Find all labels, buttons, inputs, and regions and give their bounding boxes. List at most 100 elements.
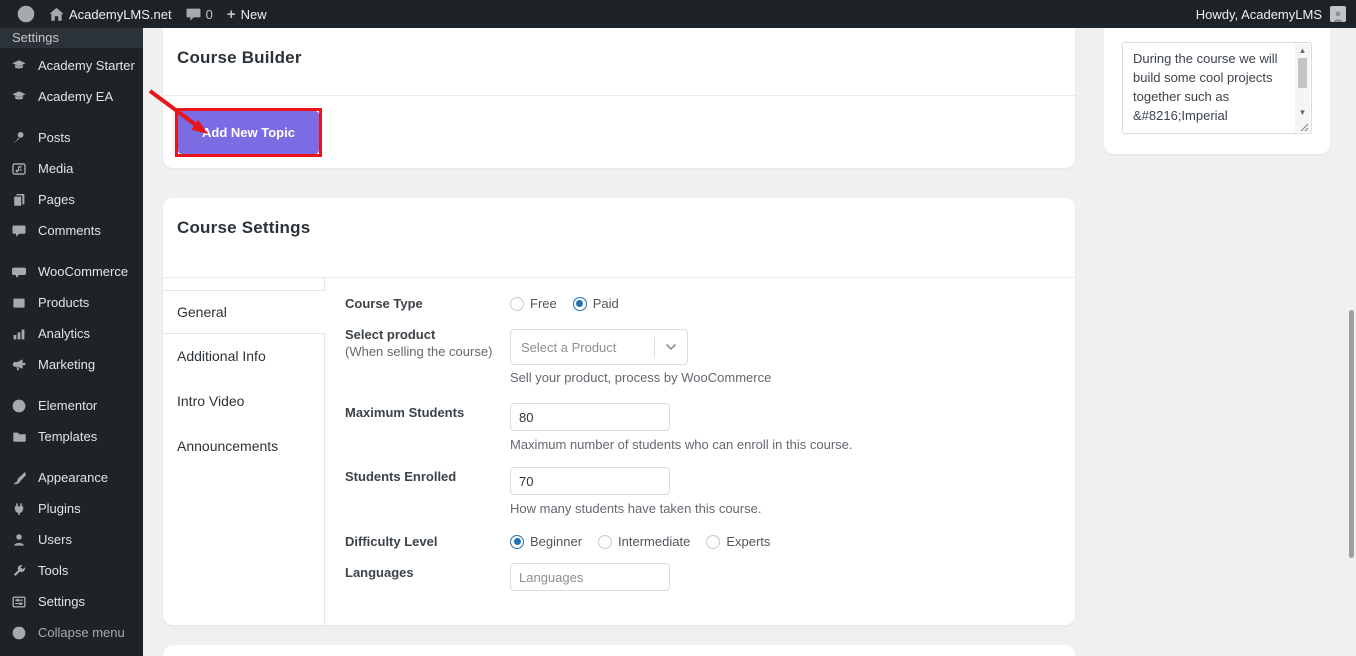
comments-shortcut[interactable]: 0 bbox=[179, 0, 220, 28]
difficulty-level-radios: Beginner Intermediate Experts bbox=[510, 534, 770, 549]
megaphone-icon bbox=[9, 358, 29, 372]
add-new-topic-button[interactable]: Add New Topic bbox=[178, 111, 319, 154]
svg-text:Woo: Woo bbox=[14, 269, 24, 274]
sidebar-item-label: Academy EA bbox=[38, 89, 114, 104]
radio-intermediate[interactable]: Intermediate bbox=[598, 534, 690, 549]
radio-circle bbox=[510, 296, 524, 311]
sidebar-item-users[interactable]: Users bbox=[0, 524, 143, 555]
select-placeholder: Select a Product bbox=[521, 339, 617, 355]
wordpress-logo-icon bbox=[17, 5, 35, 23]
excerpt-line: &#8216;Imperial bbox=[1133, 108, 1228, 123]
course-settings-title: Course Settings bbox=[177, 218, 311, 237]
sidebar-item-templates[interactable]: Templates bbox=[0, 421, 143, 452]
radio-beginner[interactable]: Beginner bbox=[510, 534, 582, 549]
excerpt-text: During the course we will build some coo… bbox=[1123, 43, 1311, 125]
tab-general[interactable]: General bbox=[163, 290, 326, 334]
avatar[interactable] bbox=[1330, 6, 1346, 22]
excerpt-textarea[interactable]: During the course we will build some coo… bbox=[1122, 42, 1312, 134]
course-builder-card: Course Builder Add New Topic bbox=[148, 28, 1075, 168]
sidebar-item-label: Products bbox=[38, 295, 90, 310]
sidebar-item-academy-ea[interactable]: Academy EA bbox=[0, 81, 143, 112]
sidebar-item-label: Collapse menu bbox=[38, 625, 125, 640]
maximum-students-input[interactable] bbox=[510, 403, 670, 431]
scrollbar-thumb[interactable] bbox=[1298, 58, 1307, 88]
sidebar-item-products[interactable]: Products bbox=[0, 287, 143, 318]
sidebar-item-tools[interactable]: Tools bbox=[0, 555, 143, 586]
highlight-red-box: Add New Topic bbox=[175, 108, 322, 157]
sidebar-submenu-header[interactable]: Settings bbox=[0, 28, 143, 48]
sidebar-item-media[interactable]: Media bbox=[0, 153, 143, 184]
languages-label: Languages bbox=[345, 565, 414, 580]
tab-announcements[interactable]: Announcements bbox=[163, 424, 325, 469]
wordpress-logo-menu[interactable] bbox=[10, 0, 42, 28]
radio-label: Paid bbox=[592, 296, 619, 311]
radio-paid[interactable]: Paid bbox=[572, 296, 619, 311]
sidebar-item-elementor[interactable]: Elementor bbox=[0, 390, 143, 421]
next-card-stub bbox=[163, 645, 1075, 656]
excerpt-line: During the course we will bbox=[1133, 51, 1278, 66]
course-settings-card: Course Settings General Additional Info … bbox=[163, 198, 1075, 625]
languages-input[interactable] bbox=[510, 563, 670, 591]
admin-sidebar: Settings Academy Starter Academy EA Post… bbox=[0, 28, 143, 656]
sidebar-item-label: Appearance bbox=[38, 470, 109, 485]
sidebar-item-label: WooCommerce bbox=[38, 264, 129, 279]
site-link[interactable]: AcademyLMS.net bbox=[42, 0, 179, 28]
sidebar-item-label: Analytics bbox=[38, 326, 91, 341]
user-icon bbox=[9, 533, 29, 547]
scroll-up-icon[interactable]: ▲ bbox=[1299, 44, 1307, 57]
home-icon bbox=[49, 7, 64, 21]
sidebar-item-label: Pages bbox=[38, 192, 75, 207]
sidebar-item-settings[interactable]: Settings bbox=[0, 586, 143, 617]
comment-icon bbox=[9, 224, 29, 238]
media-icon bbox=[9, 162, 29, 176]
page-scrollbar-thumb[interactable] bbox=[1349, 310, 1354, 558]
elementor-icon bbox=[9, 399, 29, 413]
admin-bar: AcademyLMS.net 0 + New Howdy, AcademyLMS bbox=[0, 0, 1356, 28]
excerpt-line: build some cool projects bbox=[1133, 70, 1273, 85]
scroll-down-icon[interactable]: ▼ bbox=[1299, 106, 1307, 119]
folder-icon bbox=[9, 430, 29, 444]
radio-experts[interactable]: Experts bbox=[706, 534, 770, 549]
sidebar-item-marketing[interactable]: Marketing bbox=[0, 349, 143, 380]
sidebar-item-woocommerce[interactable]: Woo WooCommerce bbox=[0, 256, 143, 287]
sidebar-item-comments[interactable]: Comments bbox=[0, 215, 143, 246]
excerpt-line: together such as bbox=[1133, 89, 1230, 104]
radio-free[interactable]: Free bbox=[510, 296, 557, 311]
radio-label: Free bbox=[530, 296, 557, 311]
course-type-radios: Free Paid bbox=[510, 296, 619, 311]
plug-icon bbox=[9, 502, 29, 516]
radio-circle bbox=[598, 534, 613, 549]
new-content-menu[interactable]: + New bbox=[220, 0, 274, 28]
sidebar-item-pages[interactable]: Pages bbox=[0, 184, 143, 215]
sidebar-item-posts[interactable]: Posts bbox=[0, 122, 143, 153]
collapse-icon bbox=[9, 626, 29, 640]
sidebar-item-appearance[interactable]: Appearance bbox=[0, 462, 143, 493]
select-product-dropdown[interactable]: Select a Product bbox=[510, 329, 688, 365]
comment-bubble-icon bbox=[186, 8, 201, 21]
sidebar-item-analytics[interactable]: Analytics bbox=[0, 318, 143, 349]
user-silhouette-icon bbox=[1333, 11, 1343, 22]
divider bbox=[163, 95, 1075, 96]
sidebar-item-collapse-menu[interactable]: Collapse menu bbox=[0, 617, 143, 648]
graduation-cap-icon bbox=[9, 59, 29, 73]
difficulty-level-label: Difficulty Level bbox=[345, 534, 438, 549]
howdy-account-menu[interactable]: Howdy, AcademyLMS bbox=[1196, 7, 1322, 22]
products-icon bbox=[9, 296, 29, 310]
resize-handle-icon[interactable] bbox=[1299, 122, 1309, 132]
sidebar-item-label: Tools bbox=[38, 563, 69, 578]
sidebar-item-academy-starter[interactable]: Academy Starter bbox=[0, 50, 143, 81]
plus-icon: + bbox=[226, 5, 236, 23]
sidebar-item-plugins[interactable]: Plugins bbox=[0, 493, 143, 524]
tab-additional-info[interactable]: Additional Info bbox=[163, 334, 325, 379]
tab-intro-video[interactable]: Intro Video bbox=[163, 379, 325, 424]
sidebar-item-label: Posts bbox=[38, 130, 71, 145]
sidebar-item-label: Plugins bbox=[38, 501, 81, 516]
sidebar-item-label: Elementor bbox=[38, 398, 98, 413]
maximum-students-help: Maximum number of students who can enrol… bbox=[510, 437, 853, 452]
sidebar-item-label: Templates bbox=[38, 429, 98, 444]
students-enrolled-input[interactable] bbox=[510, 467, 670, 495]
sidebar-item-label: Comments bbox=[38, 223, 101, 238]
textarea-scrollbar[interactable]: ▲ ▼ bbox=[1295, 44, 1310, 132]
radio-label: Intermediate bbox=[618, 534, 691, 549]
select-product-sublabel: (When selling the course) bbox=[345, 344, 493, 359]
